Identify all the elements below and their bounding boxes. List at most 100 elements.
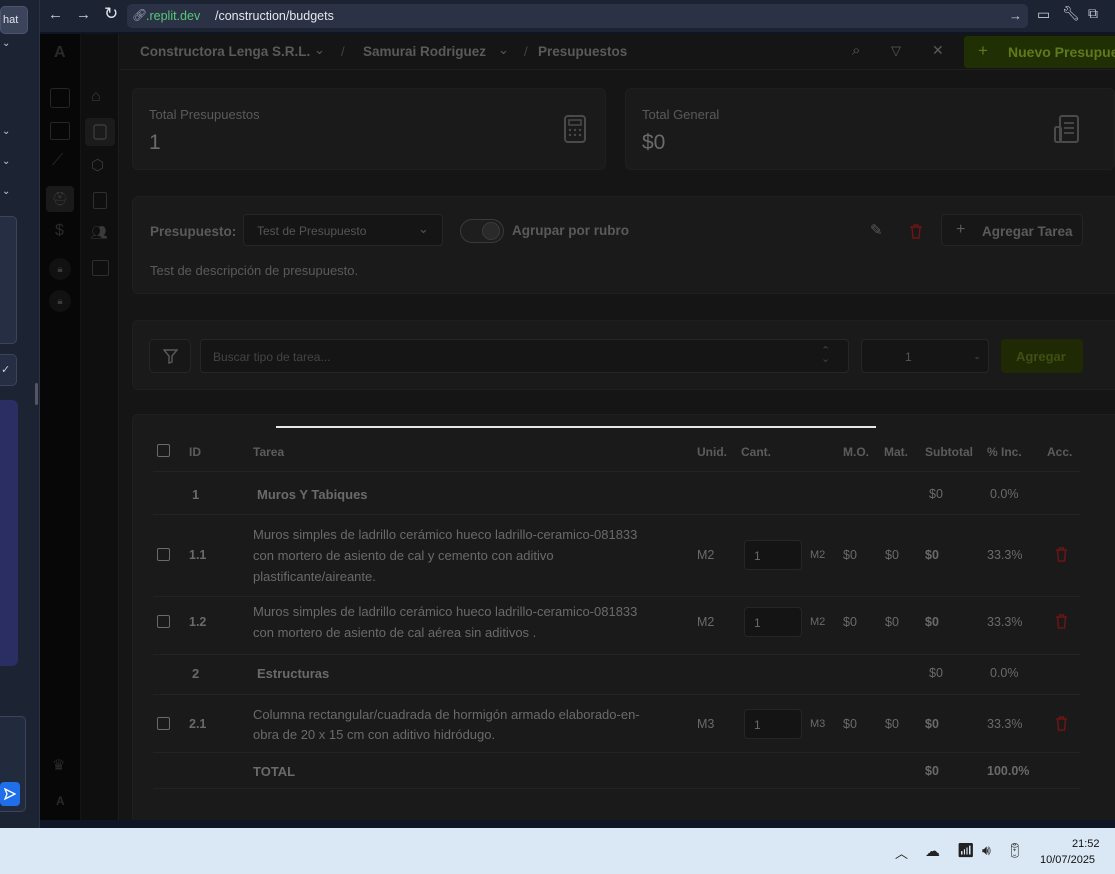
row-divider <box>153 694 1080 695</box>
group-id: 2 <box>192 666 200 681</box>
group-id: 1 <box>192 487 200 502</box>
cube-icon[interactable]: ⬡ <box>91 156 104 174</box>
row-id: 2.1 <box>189 717 207 731</box>
chevron-down-icon[interactable]: ⌄ <box>2 126 10 137</box>
row-qty-value: 1 <box>754 616 761 630</box>
search-icon[interactable]: ⌕ <box>852 42 860 59</box>
row-checkbox[interactable] <box>157 548 170 561</box>
toggle-knob <box>482 222 500 240</box>
row-qty-unit: M3 <box>810 718 826 730</box>
send-button[interactable] <box>0 782 20 806</box>
row-qty-value: 1 <box>754 549 761 563</box>
add-task-button[interactable]: + Agregar Tarea <box>941 214 1083 246</box>
dollar-icon[interactable]: $ <box>55 222 64 240</box>
row-qty-input[interactable]: 1 <box>744 709 802 739</box>
filter-icon[interactable]: ▽ <box>891 43 901 59</box>
brush-icon[interactable]: ⟋ <box>52 152 63 170</box>
row-checkbox[interactable] <box>157 615 170 628</box>
folder-icon[interactable] <box>50 122 70 140</box>
row-checkbox[interactable] <box>157 717 170 730</box>
row-unit: M2 <box>697 615 715 629</box>
breadcrumb-separator: / <box>524 44 528 59</box>
app-logo[interactable]: A <box>54 44 66 62</box>
users-icon[interactable]: 👥︎ <box>90 224 108 241</box>
cloud-icon[interactable]: ☁︎ <box>925 842 940 860</box>
chevron-down-icon[interactable]: ⌄ <box>314 42 325 58</box>
lock-icon[interactable]: 🔒︎ <box>49 290 71 312</box>
home-icon[interactable]: ⌂ <box>91 88 101 106</box>
calculator-nav-icon[interactable] <box>85 118 115 146</box>
row-mo: $0 <box>843 717 857 731</box>
battery-icon[interactable]: 🔋︎ <box>1006 842 1024 859</box>
row-divider <box>153 654 1080 655</box>
background-banner <box>0 400 18 666</box>
helmet-icon[interactable]: ⛑︎ <box>46 186 74 212</box>
chevron-down-icon[interactable]: ⌄ <box>2 38 10 49</box>
budget-select-value: Test de Presupuesto <box>257 224 367 238</box>
back-icon[interactable]: ← <box>48 6 63 23</box>
open-external-icon[interactable]: ⧉ <box>1088 5 1098 22</box>
receipt-icon <box>1054 115 1079 143</box>
budget-description: Test de descripción de presupuesto. <box>150 263 359 278</box>
select-all-checkbox[interactable] <box>157 444 170 457</box>
lock-icon[interactable]: 🔒︎ <box>49 258 71 280</box>
trash-icon[interactable] <box>1055 547 1068 562</box>
breadcrumb-person[interactable]: Samurai Rodriguez <box>363 44 486 59</box>
quantity-suffix: - <box>975 350 979 364</box>
background-select[interactable]: ✓ <box>0 354 17 386</box>
row-id: 1.2 <box>189 615 207 629</box>
quantity-input[interactable]: 1 - <box>861 339 989 373</box>
clock-time[interactable]: 21:52 <box>1072 838 1100 850</box>
row-task-line: Columna rectangular/cuadrada de hormigón… <box>253 707 640 722</box>
check-icon: ✓ <box>1 364 11 376</box>
add-button[interactable]: Agregar <box>1001 339 1083 373</box>
trash-icon[interactable] <box>1055 614 1068 629</box>
group-name: Estructuras <box>257 666 330 681</box>
filter-button[interactable] <box>149 339 191 373</box>
background-card <box>0 216 17 344</box>
task-search-input[interactable]: Buscar tipo de tarea... ⌃ ⌄ <box>200 339 849 373</box>
go-arrow-icon[interactable]: → <box>1009 8 1022 23</box>
desktop-icon[interactable]: ▭ <box>1037 6 1050 23</box>
row-divider <box>153 596 1080 597</box>
breadcrumb-company[interactable]: Constructora Lenga S.R.L. <box>140 44 310 59</box>
wifi-icon[interactable]: 📶︎ <box>957 842 975 859</box>
url-bar[interactable]: 🔗︎ .replit.dev /construction/budgets → <box>127 4 1028 28</box>
new-budget-button[interactable]: + Nuevo Presupuesto <box>964 36 1115 68</box>
edit-icon[interactable]: ✎ <box>870 221 883 239</box>
col-mo: M.O. <box>843 445 869 459</box>
image-icon[interactable] <box>92 260 109 276</box>
background-tab-label: hat <box>3 14 19 26</box>
row-mat: $0 <box>885 717 899 731</box>
document-icon[interactable] <box>50 88 70 108</box>
total-label: TOTAL <box>253 764 296 779</box>
volume-icon[interactable]: 🔊︎ <box>982 842 991 859</box>
clock-date[interactable]: 10/07/2025 <box>1040 854 1095 866</box>
chevron-down-icon[interactable]: ⌄ <box>498 42 509 58</box>
user-initial[interactable]: A <box>56 794 65 808</box>
browser-toolbar: ← → ↻ 🔗︎ .replit.dev /construction/budge… <box>40 0 1115 32</box>
refresh-icon[interactable]: ↻ <box>104 4 118 24</box>
chevron-down-icon[interactable]: ⌄ <box>2 156 10 167</box>
wrench-icon[interactable]: 🔧︎ <box>1062 5 1080 22</box>
background-app-panel: hat ⌄ ⌄ ⌄ ⌄ ✓ <box>0 0 40 828</box>
stat-label: Total Presupuestos <box>149 107 260 122</box>
background-tab[interactable]: hat <box>0 6 28 34</box>
row-task-line: con mortero de asiento de cal aérea sin … <box>253 625 537 640</box>
row-id: 1.1 <box>189 548 207 562</box>
group-subtotal: $0 <box>929 487 943 501</box>
row-qty-input[interactable]: 1 <box>744 540 802 570</box>
budget-select[interactable]: Test de Presupuesto ⌄ <box>243 214 443 246</box>
group-toggle[interactable] <box>460 219 504 243</box>
trash-icon[interactable] <box>909 224 923 239</box>
crown-icon[interactable]: ♛ <box>52 756 65 774</box>
file-icon[interactable] <box>93 192 107 209</box>
forward-icon[interactable]: → <box>76 6 91 23</box>
chevron-down-icon[interactable]: ⌄ <box>2 186 10 197</box>
chevron-up-icon[interactable]: ︿ <box>895 843 908 862</box>
trash-icon[interactable] <box>1055 716 1068 731</box>
row-qty-input[interactable]: 1 <box>744 607 802 637</box>
calculator-icon <box>564 115 586 143</box>
scroll-handle[interactable] <box>35 383 38 405</box>
close-icon[interactable]: ✕ <box>932 42 944 59</box>
